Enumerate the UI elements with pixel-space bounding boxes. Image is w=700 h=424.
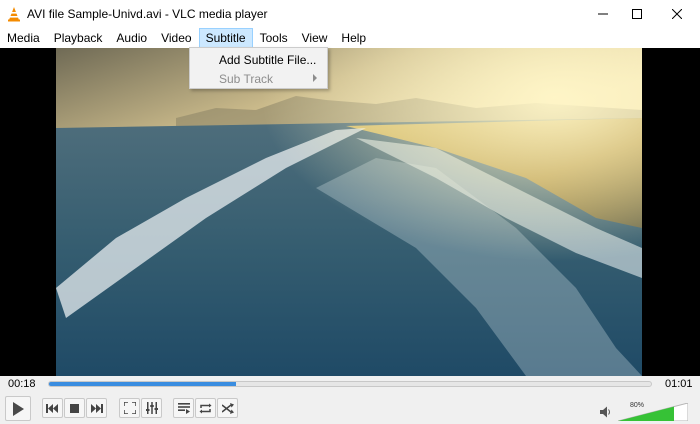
seek-progress: [49, 382, 236, 386]
subtitle-menu-dropdown: Add Subtitle File... Sub Track: [189, 47, 328, 89]
video-frame: [56, 48, 642, 376]
previous-icon: [46, 403, 58, 413]
video-area[interactable]: [0, 48, 700, 376]
title-bar: AVI file Sample-Univd.avi - VLC media pl…: [0, 0, 700, 28]
minimize-icon: [598, 13, 608, 15]
maximize-icon: [632, 9, 642, 19]
menu-video[interactable]: Video: [154, 28, 198, 48]
menu-tools[interactable]: Tools: [253, 28, 295, 48]
elapsed-time: 00:18: [8, 378, 36, 390]
stop-button[interactable]: [64, 398, 85, 418]
play-icon: [13, 401, 24, 416]
controls-bar: 80%: [0, 393, 700, 424]
menu-view[interactable]: View: [295, 28, 335, 48]
extended-settings-icon: [145, 402, 158, 414]
menu-audio[interactable]: Audio: [109, 28, 154, 48]
menu-item-label: Add Subtitle File...: [219, 53, 317, 67]
next-icon: [91, 403, 103, 413]
menu-subtitle[interactable]: Subtitle: [198, 28, 253, 48]
playlist-icon: [177, 402, 190, 414]
menu-bar: Media Playback Audio Video Subtitle Tool…: [0, 28, 700, 48]
loop-button[interactable]: [195, 398, 216, 418]
fullscreen-icon: [123, 402, 136, 414]
play-button[interactable]: [5, 396, 31, 421]
chevron-right-icon: [313, 74, 317, 82]
shuffle-icon: [221, 402, 234, 414]
volume-slider[interactable]: [618, 403, 688, 421]
menu-item-label: Sub Track: [219, 72, 274, 86]
loop-icon: [199, 403, 212, 413]
seek-row: 00:18 01:01: [0, 376, 700, 393]
menu-media[interactable]: Media: [0, 28, 47, 48]
vlc-cone-icon: [8, 7, 20, 22]
total-time[interactable]: 01:01: [665, 378, 693, 390]
volume-icon[interactable]: [600, 406, 612, 418]
close-icon: [672, 9, 682, 19]
shuffle-button[interactable]: [217, 398, 238, 418]
menu-playback[interactable]: Playback: [47, 28, 110, 48]
fullscreen-button[interactable]: [119, 398, 140, 418]
next-button[interactable]: [86, 398, 107, 418]
playlist-button[interactable]: [173, 398, 194, 418]
menu-help[interactable]: Help: [334, 28, 373, 48]
close-button[interactable]: [654, 0, 700, 28]
extended-settings-button[interactable]: [141, 398, 162, 418]
window-title: AVI file Sample-Univd.avi - VLC media pl…: [27, 7, 268, 21]
menu-item-add-subtitle-file[interactable]: Add Subtitle File...: [190, 50, 327, 69]
seek-slider[interactable]: [48, 381, 652, 387]
previous-button[interactable]: [42, 398, 63, 418]
menu-item-sub-track: Sub Track: [190, 69, 327, 88]
stop-icon: [70, 403, 79, 413]
